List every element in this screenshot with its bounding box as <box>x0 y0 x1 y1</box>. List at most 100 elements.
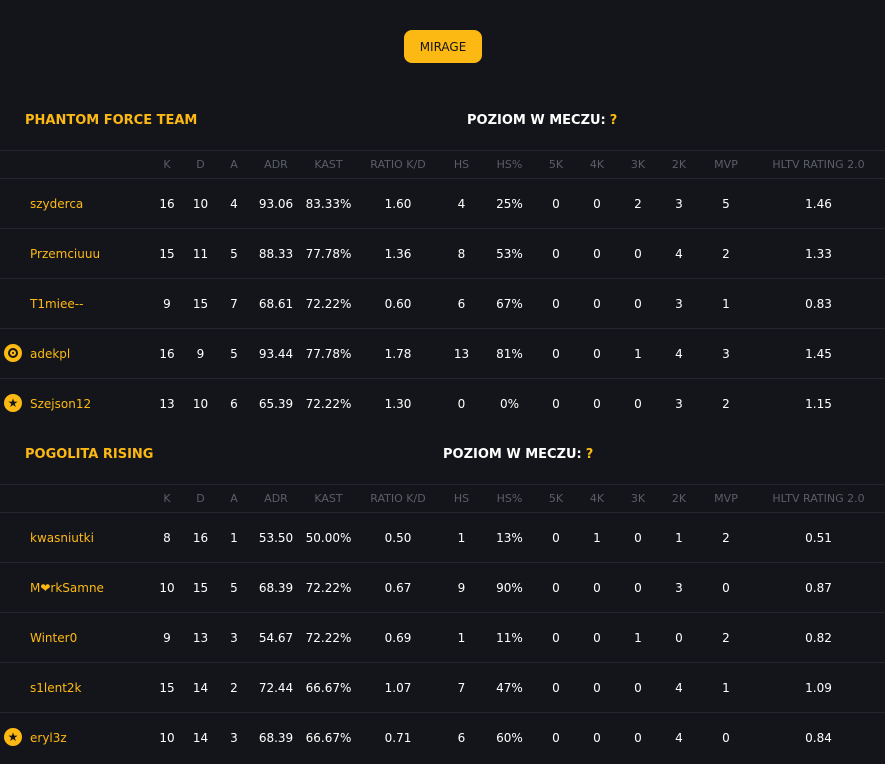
stat-hs-pct: 53% <box>483 228 536 279</box>
player-name-link[interactable]: Przemciuuu <box>30 247 100 261</box>
player-cell: szyderca <box>0 178 150 229</box>
stat-kast: 66.67% <box>305 730 352 745</box>
stat-hltv-rating: 1.46 <box>752 178 885 229</box>
player-name-link[interactable]: s1lent2k <box>30 681 82 695</box>
stat-hs-pct: 47% <box>483 662 536 713</box>
stat-hs-pct: 90% <box>483 562 536 613</box>
stat-4k: 0 <box>576 328 618 379</box>
stat-3k: 0 <box>618 228 658 279</box>
player-row: szyderca 16 10 4 93.06 83.33% 1.60 4 25% 0 0 2 3 5 1.4… <box>0 178 885 229</box>
player-name-link[interactable]: M❤rkSamne <box>30 581 104 595</box>
stat-a: 5 <box>217 562 251 613</box>
stat-d: 13 <box>184 612 217 663</box>
stat-hs: 1 <box>440 612 483 663</box>
stat-adr: 68.61 <box>251 278 301 329</box>
stat-kast: 72.22% <box>301 562 356 613</box>
stat-d: 14 <box>192 730 209 745</box>
player-cell: Przemciuuu <box>0 228 150 279</box>
stat-hs: 8 <box>440 228 483 279</box>
match-level-help[interactable]: ? <box>610 113 618 128</box>
stat-k: 13 <box>159 396 175 411</box>
stat-d: 15 <box>184 278 217 329</box>
column-header-4k: 4K <box>576 484 618 513</box>
stat-adr: 54.67 <box>251 612 301 663</box>
stat-hltv-rating: 1.45 <box>752 328 885 379</box>
stat-ratio-kd: 1.30 <box>384 396 412 411</box>
match-level: POZIOM W MECZU:? <box>467 113 617 128</box>
stat-4k: 0 <box>593 396 601 411</box>
player-cell: s1lent2k <box>0 662 150 713</box>
stat-a: 3 <box>230 730 238 745</box>
stat-k: 10 <box>150 562 184 613</box>
stat-hs-pct: 11% <box>483 612 536 663</box>
player-cell: ★ Szejson12 <box>0 379 150 429</box>
stat-mvp: 3 <box>700 328 752 379</box>
match-level-label: POZIOM W MECZU: <box>443 447 582 462</box>
player-name-link[interactable]: Szejson12 <box>30 397 91 411</box>
stat-mvp: 1 <box>700 662 752 713</box>
stat-hs-pct: 67% <box>483 278 536 329</box>
map-mirage-button[interactable]: MIRAGE <box>404 30 482 63</box>
stat-kast: 72.22% <box>301 612 356 663</box>
stat-hltv-rating: 0.51 <box>752 512 885 563</box>
stat-adr: 88.33 <box>251 228 301 279</box>
stat-ratio-kd: 1.60 <box>356 178 440 229</box>
stat-d: 10 <box>192 396 209 411</box>
stat-d: 9 <box>184 328 217 379</box>
player-name-link[interactable]: adekpl <box>30 347 70 361</box>
player-name-link[interactable]: Winter0 <box>30 631 77 645</box>
star-icon: ★ <box>4 728 22 746</box>
stat-adr: 93.06 <box>251 178 301 229</box>
stat-ratio-kd: 0.67 <box>356 562 440 613</box>
stat-5k: 0 <box>536 278 576 329</box>
team-section: POGOLITA RISING POZIOM W MECZU:? K D A ADR K… <box>0 434 885 762</box>
stat-adr: 53.50 <box>251 512 301 563</box>
stat-2k: 1 <box>658 512 700 563</box>
column-header-kast: KAST <box>301 150 356 179</box>
stat-5k: 0 <box>536 228 576 279</box>
stat-kast: 83.33% <box>301 178 356 229</box>
column-header-4k: 4K <box>576 150 618 179</box>
player-name-link[interactable]: T1miee-- <box>30 297 83 311</box>
stat-ratio-kd: 0.60 <box>356 278 440 329</box>
stat-d: 11 <box>184 228 217 279</box>
stat-hs: 6 <box>440 278 483 329</box>
stat-4k: 1 <box>576 512 618 563</box>
stat-k: 16 <box>150 328 184 379</box>
match-level-label: POZIOM W MECZU: <box>467 113 606 128</box>
player-name-link[interactable]: kwasniutki <box>30 531 94 545</box>
stat-hltv-rating: 1.33 <box>752 228 885 279</box>
player-row: Winter0 9 13 3 54.67 72.22% 0.69 1 11% 0 0 1 0 2 0.82 <box>0 612 885 663</box>
stat-mvp: 2 <box>700 228 752 279</box>
stat-kast: 66.67% <box>301 662 356 713</box>
column-header-3k: 3K <box>618 150 658 179</box>
column-header-d: D <box>184 484 217 513</box>
player-cell: kwasniutki <box>0 512 150 563</box>
stat-4k: 0 <box>593 730 601 745</box>
match-level-help[interactable]: ? <box>586 447 594 462</box>
stat-kast: 50.00% <box>301 512 356 563</box>
team-name: POGOLITA RISING <box>25 447 154 462</box>
stat-k: 15 <box>150 228 184 279</box>
table-header-row: K D A ADR KAST RATIO K/D HS HS% 5K 4K 3K 2K MVP HLTV … <box>0 150 885 179</box>
stat-hs: 13 <box>440 328 483 379</box>
column-header-hs: HS <box>440 484 483 513</box>
column-header-2k: 2K <box>658 484 700 513</box>
header-player <box>0 484 150 513</box>
column-header-3k: 3K <box>618 484 658 513</box>
stat-2k: 0 <box>658 612 700 663</box>
column-header-adr: ADR <box>251 150 301 179</box>
stat-5k: 0 <box>552 730 560 745</box>
scoreboard-table: K D A ADR KAST RATIO K/D HS HS% 5K 4K 3K 2K MVP HLTV … <box>0 150 885 428</box>
stat-hltv-rating: 0.83 <box>752 278 885 329</box>
player-name-link[interactable]: eryl3z <box>30 731 67 745</box>
stat-kast: 77.78% <box>301 328 356 379</box>
column-header-5k: 5K <box>536 484 576 513</box>
stat-2k: 3 <box>658 278 700 329</box>
stat-3k: 0 <box>634 396 642 411</box>
stat-5k: 0 <box>536 512 576 563</box>
player-name-link[interactable]: szyderca <box>30 197 83 211</box>
stat-mvp: 2 <box>700 512 752 563</box>
stat-2k: 4 <box>658 228 700 279</box>
stat-3k: 0 <box>618 662 658 713</box>
